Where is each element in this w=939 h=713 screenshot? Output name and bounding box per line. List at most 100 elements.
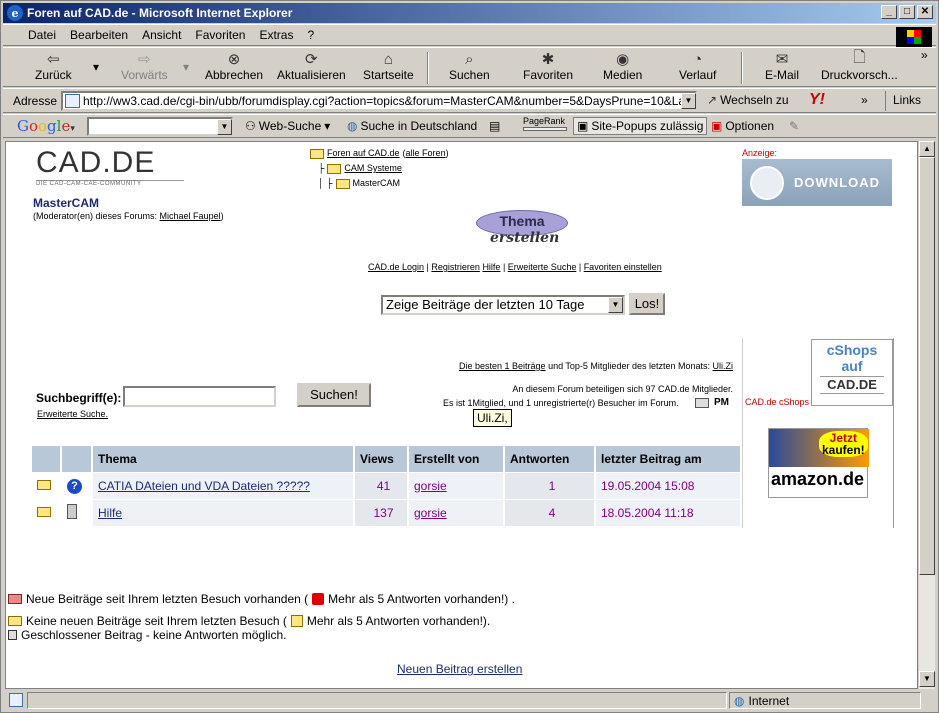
minimize-button[interactable]: _ — [881, 5, 897, 19]
address-url: http://ww3.cad.de/cgi-bin/ubb/forumdispl… — [83, 94, 697, 108]
forum-search-input[interactable] — [123, 386, 276, 407]
windows-logo — [896, 27, 932, 47]
options-button[interactable]: ▣ Optionen — [711, 119, 774, 133]
col-author[interactable]: Erstellt von — [408, 446, 505, 472]
forum-title: MasterCAM — [33, 196, 100, 210]
legend-new: Neue Beiträge seit Ihrem letzten Besuch … — [8, 592, 515, 606]
address-input[interactable]: http://ww3.cad.de/cgi-bin/ubb/forumdispl… — [61, 91, 697, 111]
replies-cell: 4 — [504, 498, 596, 526]
col-views[interactable]: Views — [354, 446, 409, 472]
news-icon[interactable]: ▤ — [489, 119, 500, 133]
binoculars-icon: ⚇ — [245, 119, 256, 133]
google-search-input[interactable] — [87, 117, 233, 136]
cshops-banner[interactable]: cShops auf CAD.DE — [811, 339, 893, 406]
favorites-settings-link[interactable]: Favoriten einstellen — [584, 262, 662, 272]
mail-button[interactable]: ✉ E-Mail — [765, 50, 799, 86]
online-line: Es ist 1Mitglied, und 1 unregistrierte(r… — [443, 398, 679, 408]
top-user-link[interactable]: Uli.Zi — [713, 361, 734, 371]
history-icon: ◔ — [693, 50, 703, 68]
download-ad-banner[interactable]: DOWNLOAD — [742, 159, 892, 206]
menu-extras[interactable]: Extras — [252, 28, 300, 42]
print-preview-button[interactable]: 🗋 Druckvorsch... — [821, 49, 898, 86]
folder-hot-icon — [290, 615, 303, 627]
menu-help[interactable]: ? — [300, 28, 321, 42]
breadcrumb-category[interactable]: CAM Systeme — [344, 161, 402, 176]
popup-blocker-button[interactable]: ▣ Site-Popups zulässig — [573, 117, 708, 135]
web-search-button[interactable]: ⚇ Web-Suche ▾ — [245, 119, 330, 133]
help-link[interactable]: Hilfe — [482, 262, 500, 272]
cadde-logo[interactable]: CAD.DE DIE CAD-CAM-CAE-COMMUNITY — [36, 146, 184, 190]
address-dropdown[interactable]: ▼ — [681, 93, 696, 109]
new-topic-image-button[interactable]: Thema erstellen — [476, 210, 570, 254]
refresh-icon: ⟳ — [305, 51, 318, 68]
register-link[interactable]: Registrieren — [431, 262, 480, 272]
amazon-banner[interactable]: Jetzt kaufen! amazon.de — [768, 428, 869, 498]
pm-button[interactable]: PM — [695, 397, 729, 408]
refresh-button[interactable]: ⟳ Aktualisieren — [277, 50, 346, 86]
author-link[interactable]: gorsie — [414, 479, 447, 493]
menu-favoriten[interactable]: Favoriten — [188, 28, 252, 42]
go-days-button[interactable]: Los! — [629, 293, 665, 315]
home-button[interactable]: ⌂ Startseite — [363, 50, 414, 86]
history-button[interactable]: ◔ Verlauf — [679, 50, 716, 86]
page-status-icon — [9, 693, 23, 707]
nav-links: CAD.de Login | Registrieren Hilfe | Erwe… — [368, 262, 662, 272]
scroll-up-button[interactable]: ▲ — [919, 141, 935, 157]
close-button[interactable]: ✕ — [917, 5, 933, 19]
col-replies[interactable]: Antworten — [504, 446, 596, 472]
legend-old: Keine neuen Beiträge seit Ihrem letzten … — [8, 614, 490, 628]
best-posts-link[interactable]: Die besten 1 Beiträge — [459, 361, 546, 371]
forward-button[interactable]: ⇨ Vorwärts — [121, 50, 168, 86]
col-topic[interactable]: Thema — [92, 446, 355, 472]
vertical-scrollbar[interactable]: ▲ ▼ — [918, 141, 935, 689]
google-logo[interactable]: Google▾ — [17, 117, 75, 135]
advanced-search-link-2[interactable]: Erweiterte Suche. — [37, 409, 108, 419]
tooltip: Uli.Zi, — [473, 409, 512, 427]
go-button[interactable]: ↗ Wechseln zu — [707, 93, 789, 107]
links-chevron[interactable]: » — [861, 93, 868, 107]
yahoo-icon[interactable]: Y! — [809, 91, 825, 109]
table-header-row: Thema Views Erstellt von Antworten letzt… — [32, 446, 742, 472]
topic-link[interactable]: Hilfe — [98, 506, 122, 520]
topic-link[interactable]: CATIA DAteien und VDA Dateien ????? — [98, 479, 310, 493]
days-prune-select[interactable]: Zeige Beiträge der letzten 10 Tage ▼ — [381, 295, 625, 315]
back-button[interactable]: ⇦ Zurück — [35, 50, 72, 86]
moderator-link[interactable]: Michael Faupel — [160, 211, 221, 221]
google-dropdown[interactable]: ▼ — [217, 119, 232, 135]
topics-table: Thema Views Erstellt von Antworten letzt… — [32, 446, 742, 526]
advanced-search-link[interactable]: Erweiterte Suche — [508, 262, 577, 272]
stop-icon: ⊗ — [227, 51, 241, 68]
forum-search-button[interactable]: Suchen! — [297, 383, 371, 407]
window-title: Foren auf CAD.de - Microsoft Internet Ex… — [27, 6, 293, 20]
go-arrow-icon: ↗ — [707, 93, 718, 107]
stop-button[interactable]: ⊗ Abbrechen — [205, 50, 263, 86]
menu-datei[interactable]: Datei — [21, 28, 63, 42]
folder-icon — [8, 616, 22, 626]
toolbar-chevron[interactable]: » — [921, 48, 928, 84]
media-button[interactable]: ◉ Medien — [603, 50, 642, 86]
favorites-button[interactable]: ✱ Favoriten — [523, 50, 573, 86]
pagerank-meter[interactable]: PageRank — [523, 116, 567, 131]
page-icon — [65, 94, 80, 108]
search-germany-button[interactable]: ◍ Suche in Deutschland — [347, 119, 477, 133]
address-label: Adresse — [13, 93, 58, 108]
login-link[interactable]: CAD.de Login — [368, 262, 424, 272]
home-icon: ⌂ — [383, 50, 393, 68]
menu-bearbeiten[interactable]: Bearbeiten — [63, 28, 135, 42]
menu-ansicht[interactable]: Ansicht — [135, 28, 188, 42]
author-link[interactable]: gorsie — [414, 506, 447, 520]
highlighter-icon[interactable]: ✎ — [789, 119, 799, 133]
document-icon — [67, 503, 77, 519]
search-button[interactable]: ⌕ Suchen — [449, 50, 490, 86]
links-label[interactable]: Links — [893, 93, 921, 107]
breadcrumb-all-forums[interactable]: alle Foren — [406, 148, 446, 158]
folder-open-icon — [335, 178, 350, 189]
breadcrumb-root[interactable]: Foren auf CAD.de — [327, 146, 400, 161]
col-last-post[interactable]: letzter Beitrag am — [595, 446, 742, 472]
forward-arrow-icon: ⇨ — [138, 51, 151, 68]
new-post-link[interactable]: Neuen Beitrag erstellen — [397, 662, 522, 676]
maximize-button[interactable]: □ — [899, 5, 915, 19]
scroll-down-button[interactable]: ▼ — [919, 671, 935, 687]
mail-icon: ✉ — [775, 51, 789, 68]
scroll-thumb[interactable] — [919, 157, 935, 575]
